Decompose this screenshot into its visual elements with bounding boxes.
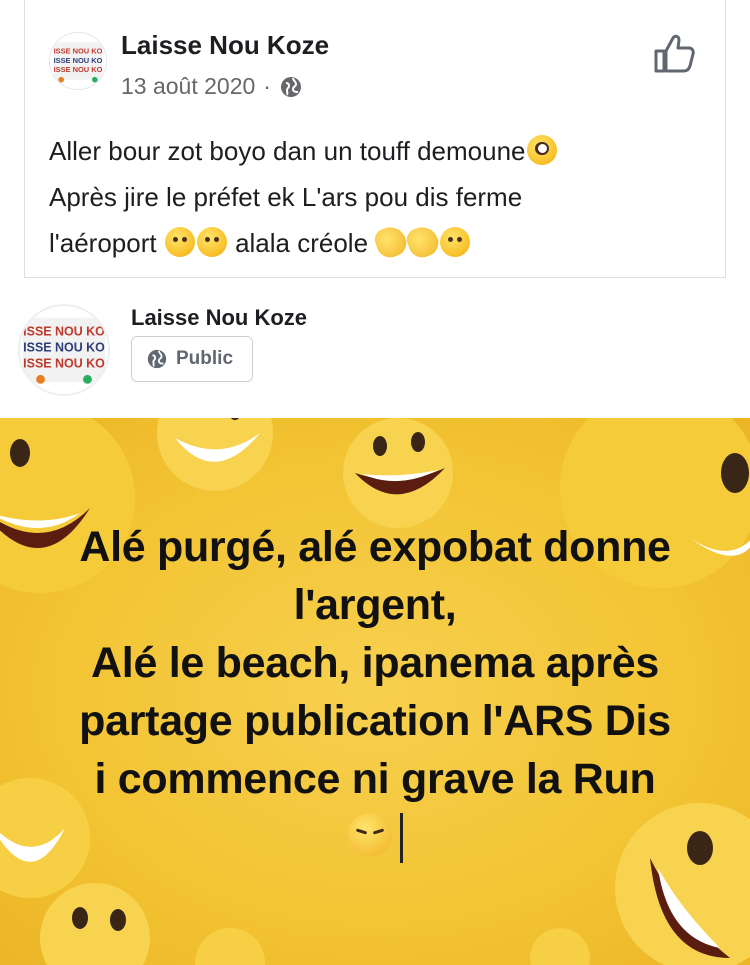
pensive-face-icon [347, 813, 392, 857]
svg-text:ISSE NOU KO: ISSE NOU KO [23, 324, 105, 338]
post-card: ISSE NOU KO ISSE NOU KO ISSE NOU KO Lais… [24, 0, 726, 278]
post-line: Aller bour zot boyo dan un touff demoune [49, 128, 699, 174]
meme-line: Alé purgé, alé expobat donne [79, 523, 671, 571]
svg-text:ISSE NOU KO: ISSE NOU KO [23, 340, 105, 354]
svg-text:ISSE NOU KO: ISSE NOU KO [54, 56, 103, 65]
shared-page-avatar[interactable]: ISSE NOU KO ISSE NOU KO ISSE NOU KO [18, 304, 110, 396]
meme-line: l'argent, [293, 581, 457, 629]
shared-post-author[interactable]: Laisse Nou Koze [131, 305, 307, 331]
thumbs-up-icon[interactable] [653, 32, 695, 74]
text-cursor [399, 813, 403, 863]
meme-line: Alé le beach, ipanema après [91, 639, 659, 687]
eye-roll-emoji-icon [526, 135, 557, 165]
post-line: Après jire le préfet ek L'ars pou dis fe… [49, 182, 523, 212]
unamused-emoji-icon [164, 227, 195, 257]
meme-emoji-line [0, 808, 750, 866]
globe-icon [147, 349, 167, 369]
post-line: l'aéroport alala créole [49, 220, 699, 266]
clap-emoji-icon [372, 222, 411, 262]
audience-badge[interactable]: Public [131, 336, 253, 382]
meme-caption: Alé purgé, alé expobat donne l'argent, A… [0, 518, 750, 866]
post-meta: 13 août 2020 · [121, 73, 303, 100]
meta-separator: · [263, 73, 271, 99]
joy-emoji-icon [440, 227, 471, 257]
avatar-logo-icon: ISSE NOU KO ISSE NOU KO ISSE NOU KO [20, 306, 108, 394]
meme-line: partage publication l'ARS Dis [79, 697, 671, 745]
meme-image[interactable]: Alé purgé, alé expobat donne l'argent, A… [0, 418, 750, 965]
meme-line: i commence ni grave la Run [94, 755, 656, 803]
avatar-logo-icon: ISSE NOU KO ISSE NOU KO ISSE NOU KO [50, 33, 106, 89]
audience-label: Public [176, 348, 234, 369]
post-author[interactable]: Laisse Nou Koze [121, 30, 329, 61]
post-text: Aller bour zot boyo dan un touff demoune… [49, 128, 699, 266]
svg-text:ISSE NOU KO: ISSE NOU KO [23, 357, 105, 371]
rofl-emoji-icon [196, 227, 227, 257]
page-avatar[interactable]: ISSE NOU KO ISSE NOU KO ISSE NOU KO [49, 32, 107, 90]
globe-icon [280, 76, 301, 97]
svg-text:ISSE NOU KO: ISSE NOU KO [54, 47, 103, 56]
clap-emoji-icon [404, 222, 443, 262]
svg-text:ISSE NOU KO: ISSE NOU KO [54, 65, 103, 74]
post-date[interactable]: 13 août 2020 [121, 73, 255, 100]
